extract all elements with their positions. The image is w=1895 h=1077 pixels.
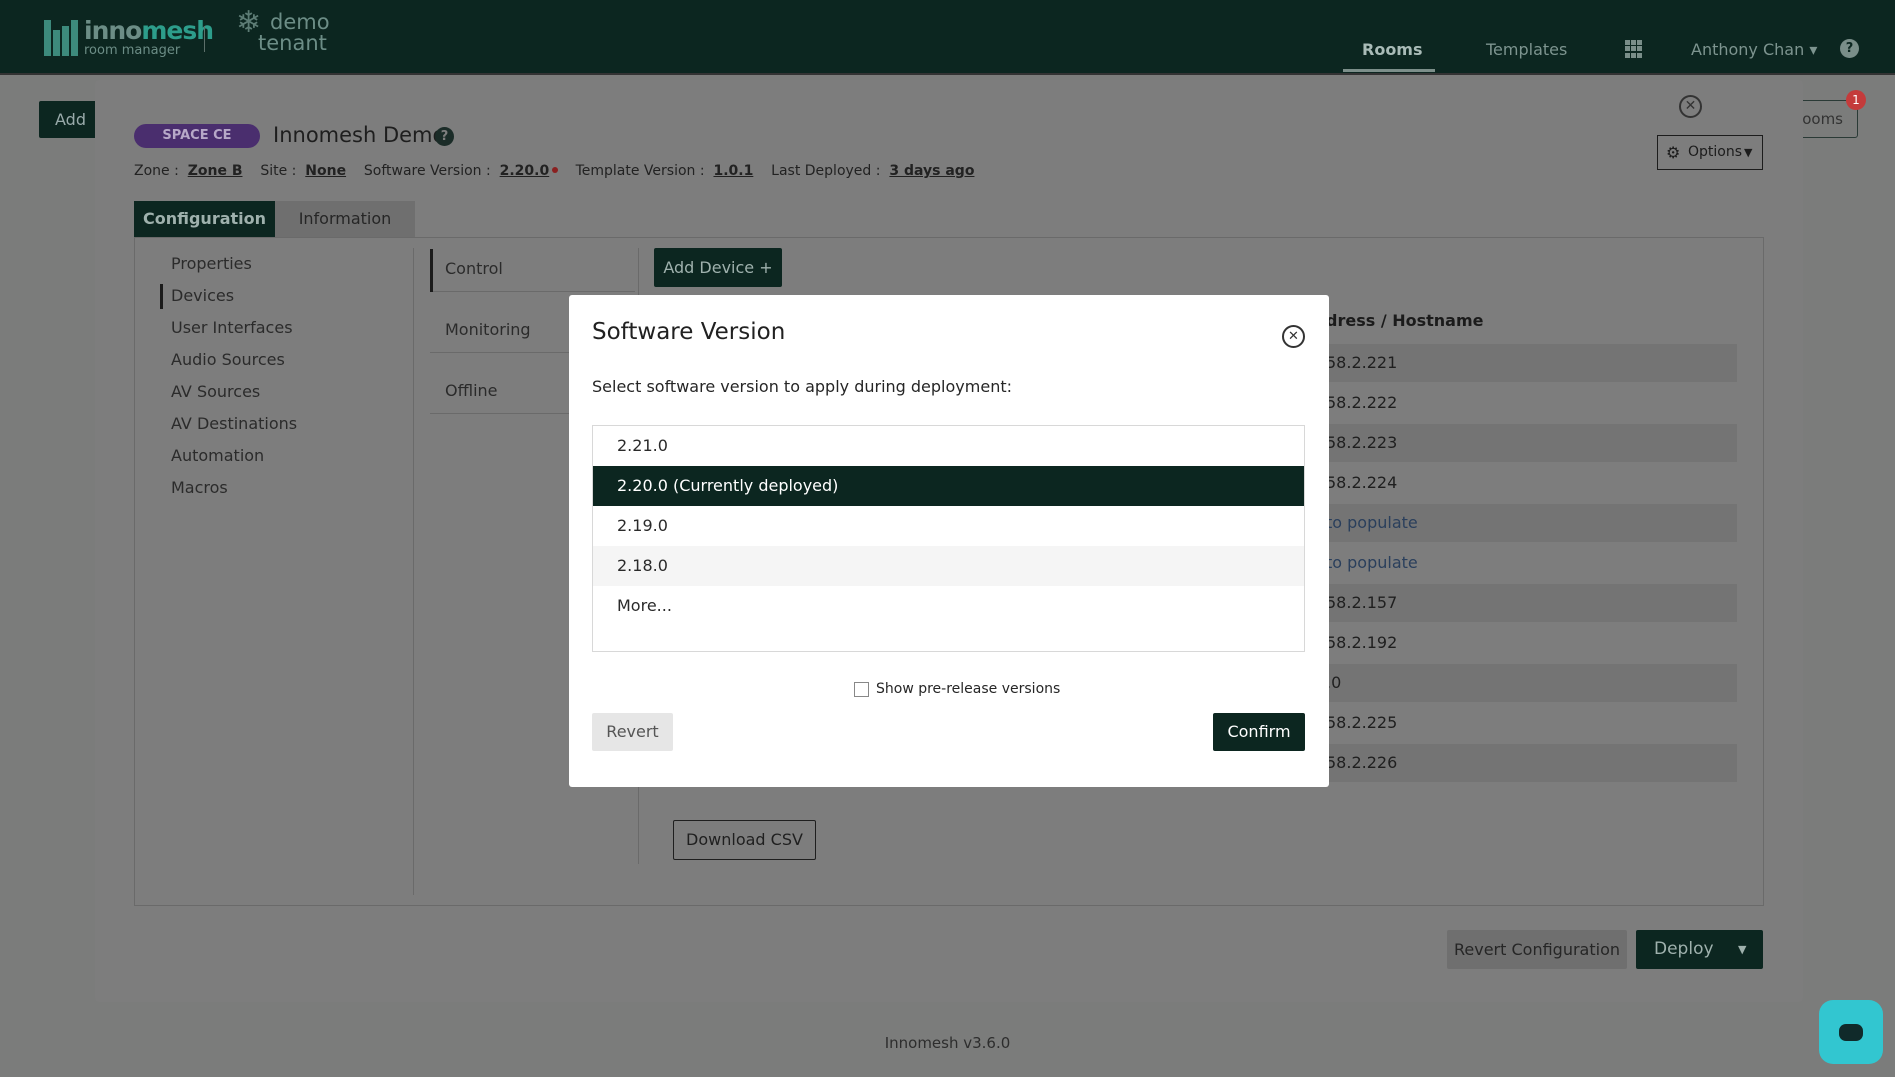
deploy-label: Deploy bbox=[1654, 939, 1714, 959]
update-dot-indicator bbox=[552, 167, 559, 173]
room-meta: Zone : Zone B Site : None Software Versi… bbox=[134, 163, 974, 179]
sidebar-item-macros[interactable]: Macros bbox=[171, 478, 228, 497]
user-menu[interactable]: Anthony Chan ▾ bbox=[1691, 40, 1817, 59]
add-room-button[interactable]: Add N bbox=[39, 101, 99, 138]
notification-badge: 1 bbox=[1846, 90, 1866, 110]
table-row: 58.2.221 bbox=[1320, 344, 1737, 382]
download-csv-button[interactable]: Download CSV bbox=[673, 820, 816, 860]
prerelease-checkbox[interactable] bbox=[854, 681, 869, 697]
version-option-selected[interactable]: 2.20.0 (Currently deployed) bbox=[593, 466, 1304, 506]
zone-label: Zone : bbox=[134, 163, 179, 179]
tenant-line-2: tenant bbox=[258, 31, 327, 55]
sidebar-item-properties[interactable]: Properties bbox=[171, 254, 252, 273]
version-more-option[interactable]: More... bbox=[593, 586, 1304, 626]
nav-templates[interactable]: Templates bbox=[1486, 40, 1567, 59]
gear-icon: ⚙ bbox=[1666, 143, 1681, 162]
innomesh-logo[interactable]: innomesh room manager bbox=[44, 16, 214, 58]
revert-configuration-button[interactable]: Revert Configuration bbox=[1447, 930, 1627, 969]
nav-rooms[interactable]: Rooms bbox=[1362, 40, 1423, 59]
site-link[interactable]: None bbox=[305, 163, 346, 179]
deploy-button[interactable]: Deploy ▼ bbox=[1636, 930, 1763, 969]
logo-subtitle: room manager bbox=[84, 43, 181, 58]
template-version-link[interactable]: 1.0.1 bbox=[713, 163, 753, 179]
options-dropdown[interactable]: ⚙ Options ▼ bbox=[1657, 135, 1763, 170]
last-deployed-link[interactable]: 3 days ago bbox=[889, 163, 974, 179]
close-icon[interactable]: ✕ bbox=[1282, 325, 1305, 348]
sidebar-item-av-sources[interactable]: AV Sources bbox=[171, 382, 260, 401]
tenant-logo: ❄ demo tenant bbox=[236, 5, 330, 55]
table-row: .0 bbox=[1320, 664, 1737, 702]
help-icon[interactable]: ? bbox=[1840, 39, 1859, 58]
confirm-button[interactable]: Confirm bbox=[1213, 713, 1305, 751]
logo-mark-icon bbox=[44, 19, 80, 56]
version-list: 2.21.0 2.20.0 (Currently deployed) 2.19.… bbox=[592, 425, 1305, 652]
tab-information[interactable]: Information bbox=[275, 201, 415, 237]
tab-configuration[interactable]: Configuration bbox=[134, 201, 275, 237]
caret-down-icon: ▼ bbox=[1744, 146, 1753, 159]
last-deployed-label: Last Deployed : bbox=[771, 163, 881, 179]
table-row: 58.2.192 bbox=[1326, 633, 1398, 652]
sidebar-divider bbox=[413, 248, 414, 895]
column-header-address-hostname: dress / Hostname bbox=[1326, 311, 1484, 330]
room-type-badge: SPACE CE bbox=[134, 124, 260, 148]
revert-button[interactable]: Revert bbox=[592, 713, 673, 751]
prerelease-toggle[interactable]: Show pre-release versions bbox=[854, 681, 1060, 697]
zone-link[interactable]: Zone B bbox=[188, 163, 243, 179]
add-device-button[interactable]: Add Device + bbox=[654, 248, 782, 287]
caret-down-icon[interactable]: ▼ bbox=[1738, 930, 1746, 969]
logo-text-mesh: mesh bbox=[141, 16, 214, 45]
version-option[interactable]: 2.21.0 bbox=[593, 426, 1304, 466]
nav-active-indicator bbox=[1343, 69, 1435, 72]
help-circle-icon[interactable]: ? bbox=[435, 127, 454, 146]
subnav-control[interactable]: Control bbox=[430, 246, 635, 292]
prerelease-label: Show pre-release versions bbox=[876, 681, 1061, 697]
top-navbar: innomesh room manager ❄ demo tenant Room… bbox=[0, 0, 1895, 75]
sidebar-active-indicator bbox=[160, 284, 163, 309]
software-version-link[interactable]: 2.20.0 bbox=[500, 163, 550, 179]
close-icon[interactable]: ✕ bbox=[1679, 95, 1702, 118]
software-version-label: Software Version : bbox=[363, 163, 491, 179]
table-row: 58.2.157 bbox=[1320, 584, 1737, 622]
tenant-line-1: demo bbox=[270, 10, 330, 34]
software-version-dialog: Software Version ✕ Select software versi… bbox=[569, 295, 1329, 787]
apps-grid-icon[interactable] bbox=[1625, 40, 1643, 58]
logo-text-inno: inno bbox=[84, 16, 142, 45]
app-version: Innomesh v3.6.0 bbox=[884, 1034, 1011, 1052]
sidebar-item-audio-sources[interactable]: Audio Sources bbox=[171, 350, 285, 369]
snowflake-icon: ❄ bbox=[236, 5, 262, 40]
sidebar-item-devices[interactable]: Devices bbox=[171, 286, 234, 305]
dialog-subtitle: Select software version to apply during … bbox=[592, 377, 1012, 396]
table-row: 58.2.222 bbox=[1326, 393, 1398, 412]
table-row: 58.2.225 bbox=[1326, 713, 1398, 732]
sidebar-item-automation[interactable]: Automation bbox=[171, 446, 264, 465]
version-option[interactable]: 2.19.0 bbox=[593, 506, 1304, 546]
table-row-populate-link[interactable]: to populate bbox=[1320, 504, 1737, 542]
logo-divider bbox=[204, 26, 205, 52]
table-row-populate-link[interactable]: to populate bbox=[1320, 544, 1737, 582]
dialog-title: Software Version bbox=[592, 319, 786, 345]
room-title: Innomesh Demo bbox=[273, 123, 446, 147]
options-label: Options bbox=[1688, 144, 1743, 160]
table-row: 58.2.223 bbox=[1320, 424, 1737, 462]
subnav-active-indicator bbox=[430, 249, 433, 292]
sidebar-item-user-interfaces[interactable]: User Interfaces bbox=[171, 318, 293, 337]
version-option[interactable]: 2.18.0 bbox=[593, 546, 1304, 586]
table-row: 58.2.224 bbox=[1326, 473, 1398, 492]
template-version-label: Template Version : bbox=[575, 163, 705, 179]
chat-support-button[interactable] bbox=[1819, 1000, 1883, 1064]
chat-bubble-icon bbox=[1839, 1024, 1863, 1041]
table-row: 58.2.226 bbox=[1320, 744, 1737, 782]
site-label: Site : bbox=[260, 163, 297, 179]
sidebar-item-av-destinations[interactable]: AV Destinations bbox=[171, 414, 297, 433]
